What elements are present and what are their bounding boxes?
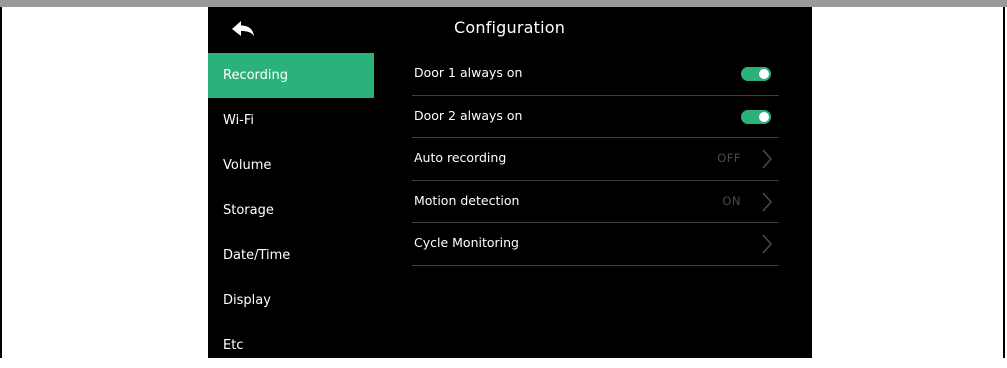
chevron-right-icon (761, 191, 773, 213)
setting-row-door-2[interactable]: Door 2 always on (412, 96, 779, 139)
setting-value: OFF (717, 151, 741, 166)
setting-value: ON (722, 193, 741, 208)
header: Configuration (208, 7, 812, 51)
toggle-knob (759, 69, 769, 79)
sidebar-item-storage[interactable]: Storage (208, 188, 374, 233)
door-2-toggle[interactable] (741, 109, 771, 124)
toggle-knob (759, 111, 769, 122)
top-strip (0, 0, 1007, 7)
setting-row-cycle-monitoring[interactable]: Cycle Monitoring (412, 223, 779, 266)
page-title: Configuration (454, 18, 566, 37)
setting-label: Auto recording (414, 150, 507, 166)
sidebar-item-label: Etc (223, 338, 244, 353)
sidebar: Recording Wi-Fi Volume Storage Date/Time… (208, 53, 374, 368)
setting-row-door-1[interactable]: Door 1 always on (412, 53, 779, 96)
sidebar-item-label: Wi-Fi (223, 113, 255, 128)
sidebar-item-display[interactable]: Display (208, 278, 374, 323)
sidebar-item-wifi[interactable]: Wi-Fi (208, 98, 374, 143)
setting-label: Door 1 always on (414, 65, 523, 80)
sidebar-item-label: Display (223, 293, 271, 308)
setting-label: Door 2 always on (414, 107, 523, 123)
sidebar-item-etc[interactable]: Etc (208, 323, 374, 368)
door-1-toggle[interactable] (741, 67, 771, 81)
setting-row-auto-recording[interactable]: Auto recording OFF (412, 138, 779, 181)
sidebar-item-label: Date/Time (223, 248, 291, 263)
sidebar-item-label: Storage (223, 203, 274, 218)
device-screen: Configuration Recording Wi-Fi Volume Sto… (208, 7, 812, 358)
settings-list: Door 1 always on Door 2 always on Auto r… (412, 53, 779, 266)
chevron-right-icon (761, 233, 773, 255)
sidebar-item-volume[interactable]: Volume (208, 143, 374, 188)
sidebar-item-label: Volume (223, 158, 272, 173)
back-arrow-icon[interactable] (230, 19, 256, 39)
sidebar-item-date-time[interactable]: Date/Time (208, 233, 374, 278)
setting-label: Cycle Monitoring (414, 235, 519, 251)
chevron-right-icon (761, 148, 773, 170)
setting-label: Motion detection (414, 192, 520, 208)
sidebar-item-label: Recording (223, 68, 289, 83)
setting-row-motion-detection[interactable]: Motion detection ON (412, 181, 779, 224)
sidebar-item-recording[interactable]: Recording (208, 53, 374, 98)
